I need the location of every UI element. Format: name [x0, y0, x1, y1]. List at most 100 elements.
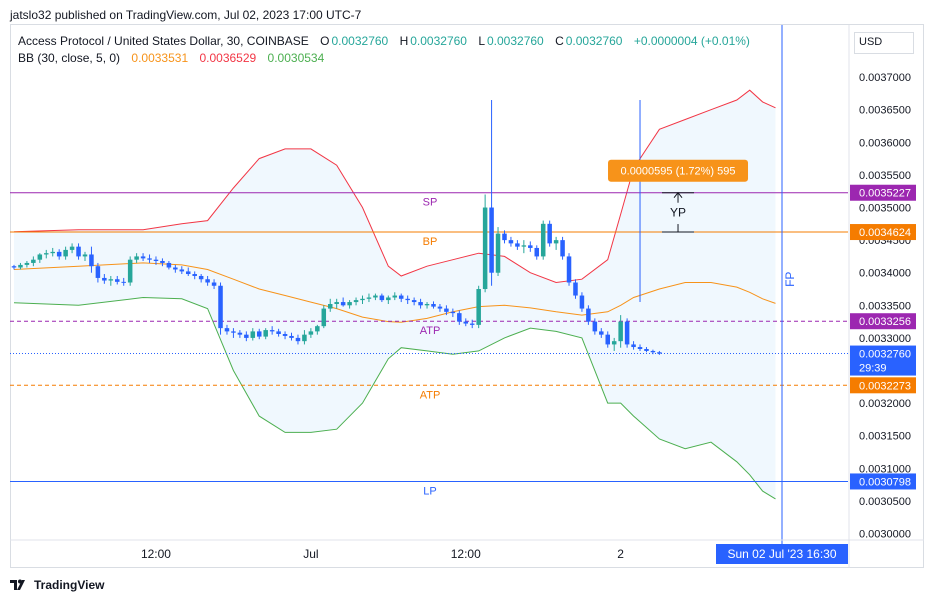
level-atp-badge-text: 0.0032273	[859, 380, 911, 392]
candle-body	[411, 300, 417, 303]
candle-body	[31, 259, 36, 263]
yp-text: YP	[670, 205, 686, 219]
candle-body	[192, 274, 197, 276]
level-text-sp: SP	[423, 197, 438, 209]
time-label-text: Sun 02 Jul '23 16:30	[727, 547, 836, 561]
candle-body	[573, 282, 578, 296]
bb-upper-value: 0.0036529	[199, 51, 257, 65]
candle-body	[540, 223, 546, 257]
candle-body	[179, 269, 185, 272]
candle-body	[276, 331, 281, 334]
y-tick-label: 0.0037000	[859, 72, 911, 84]
candle-body	[599, 331, 604, 335]
candle-body	[528, 245, 533, 248]
candle-body	[18, 264, 23, 268]
candle-body	[282, 334, 288, 336]
candle-body	[147, 258, 152, 260]
y-tick-label: 0.0033500	[859, 300, 911, 312]
footer-brand[interactable]: TradingView	[10, 578, 104, 592]
candle-body	[211, 282, 217, 286]
candle-body	[160, 260, 165, 263]
candle-body	[115, 279, 120, 282]
level-text-lp: LP	[423, 485, 436, 497]
bb-label: BB (30, close, 5, 0)	[18, 51, 121, 65]
level-text-atp: ATP	[420, 325, 441, 337]
y-tick-label: 0.0036500	[859, 105, 911, 117]
candle-body	[553, 240, 559, 244]
candle-body	[450, 311, 456, 314]
level-sp-badge-text: 0.0035227	[859, 188, 911, 200]
candle-body	[250, 331, 256, 338]
x-tick-label: Jul	[303, 547, 318, 561]
candle-body	[308, 331, 314, 335]
y-tick-label: 0.0032000	[859, 398, 911, 410]
candle-body	[611, 341, 617, 345]
candle-body	[637, 347, 643, 349]
candle-body	[50, 251, 55, 254]
candle-body	[405, 298, 410, 301]
candle-body	[315, 326, 320, 332]
candle-body	[205, 279, 210, 283]
candle-body	[224, 328, 230, 332]
candle-body	[82, 254, 88, 257]
candle-body	[463, 321, 469, 324]
candle-body	[560, 240, 565, 257]
low-value: 0.0032760	[487, 34, 544, 48]
y-tick-label: 0.0036000	[859, 137, 911, 149]
x-tick-label: 12:00	[451, 547, 481, 561]
candle-body	[89, 254, 94, 267]
candle-body	[392, 295, 398, 298]
candle-body	[37, 254, 43, 260]
candle-body	[444, 308, 449, 312]
candle-body	[469, 323, 475, 325]
candle-body	[108, 279, 114, 281]
candle-body	[166, 262, 172, 268]
candle-body	[198, 275, 204, 280]
candle-body	[547, 223, 552, 244]
level-text-bp: BP	[423, 236, 438, 248]
level-lp-badge-text: 0.0030798	[859, 476, 911, 488]
candle-body	[373, 295, 378, 298]
candle-body	[321, 308, 327, 327]
candle-body	[457, 313, 462, 322]
candle-body	[515, 243, 520, 247]
bb-legend[interactable]: BB (30, close, 5, 0) 0.0033531 0.0036529…	[18, 51, 326, 65]
plot-area: SP BP ATP ATP LP	[10, 89, 848, 500]
candle-body	[44, 253, 49, 255]
footer-brand-text: TradingView	[34, 578, 105, 592]
candle-body	[579, 295, 585, 309]
low-label: L	[478, 34, 485, 48]
candle-body	[657, 352, 662, 354]
candle-body	[302, 334, 307, 342]
candle-body	[431, 304, 436, 307]
price-chart[interactable]: SP BP ATP ATP LP FP YP 0.0000595 (1.72%) 595 0.0…	[0, 0, 934, 603]
y-tick-label: 0.0031500	[859, 431, 911, 443]
tradingview-logo-icon	[10, 579, 25, 590]
y-tick-label: 0.0033000	[859, 333, 911, 345]
candle-body	[495, 233, 501, 273]
candle-body	[502, 233, 507, 241]
candle-body	[121, 281, 126, 283]
candle-body	[244, 334, 249, 338]
open-label: O	[320, 34, 330, 48]
candle-body	[508, 240, 514, 244]
currency-selector[interactable]: USD	[854, 32, 914, 54]
candle-body	[95, 266, 101, 278]
close-label: C	[555, 34, 564, 48]
symbol-title: Access Protocol / United States Dollar, …	[18, 34, 309, 48]
symbol-legend[interactable]: Access Protocol / United States Dollar, …	[18, 34, 752, 48]
bb-basis-value: 0.0033531	[131, 51, 189, 65]
candle-body	[353, 300, 359, 303]
x-tick-label: 2	[617, 547, 624, 561]
y-tick-label: 0.0035000	[859, 203, 911, 215]
candle-body	[256, 331, 262, 337]
last-price-countdown-text: 29:39	[859, 363, 887, 375]
candle-body	[263, 330, 268, 337]
candle-body	[231, 331, 236, 333]
candle-body	[218, 285, 223, 329]
candle-body	[127, 259, 133, 283]
open-value: 0.0032760	[331, 34, 389, 48]
high-value: 0.0032760	[410, 34, 467, 48]
close-value: 0.0032760	[565, 34, 623, 48]
candle-body	[289, 335, 294, 338]
